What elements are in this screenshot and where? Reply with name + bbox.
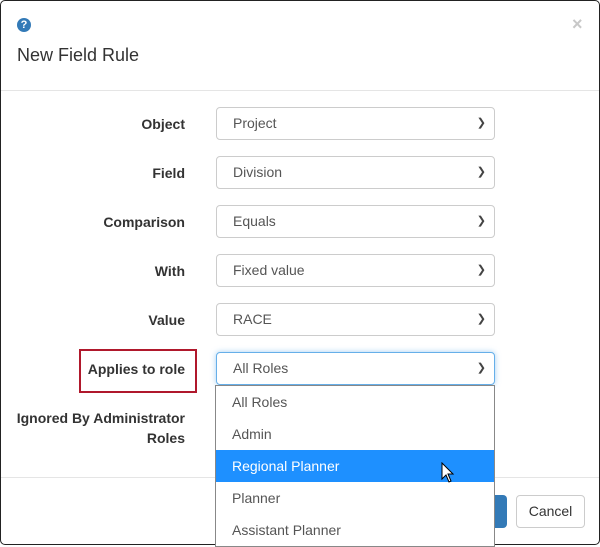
ignored-by-admin-label: Ignored By Administrator Roles — [16, 410, 185, 446]
field-value: Division — [233, 164, 283, 180]
with-value: Fixed value — [233, 262, 305, 278]
chevron-down-icon: ❯ — [476, 264, 486, 276]
with-select[interactable]: Fixed value ❯ — [216, 254, 495, 287]
comparison-select[interactable]: Equals ❯ — [216, 205, 495, 238]
object-label: Object — [141, 116, 185, 132]
applies-to-role-label: Applies to role — [87, 361, 185, 377]
cancel-button[interactable]: Cancel — [516, 495, 585, 528]
dialog-title: New Field Rule — [17, 45, 140, 65]
value-value: RACE — [233, 311, 272, 327]
object-value: Project — [233, 115, 277, 131]
comparison-value: Equals — [233, 213, 276, 229]
chevron-down-icon: ❯ — [476, 362, 486, 374]
value-label: Value — [148, 312, 185, 328]
applies-to-role-value: All Roles — [233, 360, 289, 376]
with-label: With — [154, 263, 185, 279]
header-divider — [1, 90, 599, 91]
chevron-down-icon: ❯ — [476, 313, 486, 325]
chevron-down-icon: ❯ — [476, 215, 486, 227]
field-label: Field — [152, 165, 185, 181]
mouse-cursor-icon — [441, 462, 455, 483]
option-planner[interactable]: Planner — [216, 482, 494, 514]
option-assistant-planner[interactable]: Assistant Planner — [216, 514, 494, 546]
option-admin[interactable]: Admin — [216, 418, 494, 450]
value-select[interactable]: RACE ❯ — [216, 303, 495, 336]
object-select[interactable]: Project ❯ — [216, 107, 495, 140]
chevron-down-icon: ❯ — [476, 117, 486, 129]
option-all-roles[interactable]: All Roles — [216, 386, 494, 418]
applies-to-role-select[interactable]: All Roles ❯ — [216, 352, 495, 385]
close-button[interactable]: × — [572, 14, 583, 35]
chevron-down-icon: ❯ — [476, 166, 486, 178]
comparison-label: Comparison — [103, 214, 185, 230]
field-select[interactable]: Division ❯ — [216, 156, 495, 189]
help-icon[interactable]: ? — [17, 18, 31, 32]
